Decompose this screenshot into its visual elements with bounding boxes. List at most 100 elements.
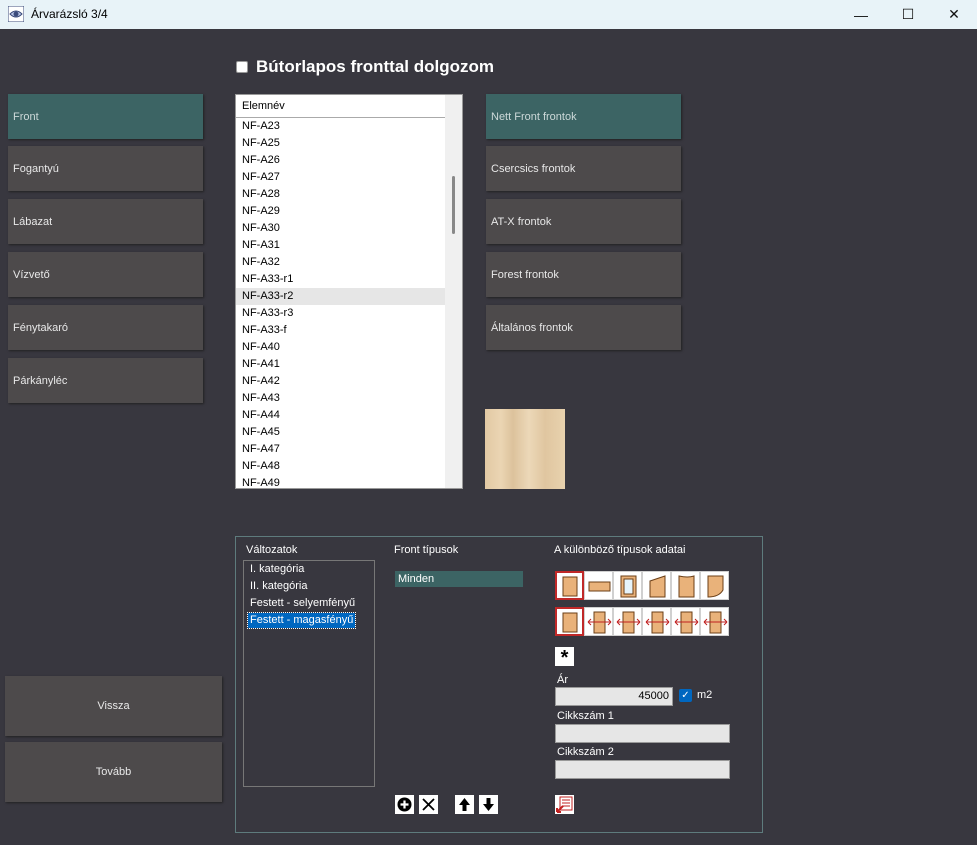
list-item[interactable]: NF-A29 bbox=[236, 203, 446, 220]
category-label: Lábazat bbox=[13, 215, 53, 228]
arrow-down-icon bbox=[483, 798, 494, 811]
list-item[interactable]: NF-A30 bbox=[236, 220, 446, 237]
variants-list[interactable] bbox=[243, 560, 375, 787]
front-group-atx[interactable]: AT-X frontok bbox=[486, 199, 681, 244]
front-shape-curved-icon[interactable] bbox=[671, 571, 700, 600]
list-item[interactable]: NF-A41 bbox=[236, 356, 446, 373]
front-group-label: Forest frontok bbox=[491, 268, 559, 281]
move-up-button[interactable] bbox=[455, 795, 474, 814]
list-item[interactable]: NF-A49 bbox=[236, 475, 446, 488]
minimize-icon: — bbox=[854, 6, 868, 23]
category-button-handle[interactable]: Fogantyú bbox=[8, 146, 203, 191]
next-button[interactable]: Tovább bbox=[5, 742, 222, 802]
list-item[interactable]: NF-A45 bbox=[236, 424, 446, 441]
element-list[interactable]: Elemnév NF-A23 NF-A25 NF-A26 NF-A27 NF-A… bbox=[235, 94, 463, 489]
list-item[interactable]: NF-A28 bbox=[236, 186, 446, 203]
category-label: Fénytakaró bbox=[13, 321, 69, 334]
export-button[interactable] bbox=[555, 795, 574, 814]
maximize-icon: ☐ bbox=[901, 6, 915, 22]
variant-item-selected[interactable]: Festett - magasfényű bbox=[246, 612, 357, 629]
arrow-up-icon bbox=[459, 798, 470, 811]
category-button-light-cover[interactable]: Fénytakaró bbox=[8, 305, 203, 350]
move-down-button[interactable] bbox=[479, 795, 498, 814]
variant-item[interactable]: Festett - selyemfényű bbox=[248, 596, 357, 611]
category-button-plinth[interactable]: Lábazat bbox=[8, 199, 203, 244]
list-item[interactable]: NF-A31 bbox=[236, 237, 446, 254]
category-label: Vízvető bbox=[13, 268, 50, 281]
category-label: Fogantyú bbox=[13, 162, 59, 175]
list-item[interactable]: NF-A42 bbox=[236, 373, 446, 390]
front-group-label: Általános frontok bbox=[491, 321, 573, 334]
category-label: Front bbox=[13, 110, 39, 123]
list-item[interactable]: NF-A48 bbox=[236, 458, 446, 475]
variant-item[interactable]: II. kategória bbox=[248, 579, 309, 594]
list-item[interactable]: NF-A43 bbox=[236, 390, 446, 407]
front-size-width-icon[interactable] bbox=[700, 607, 729, 636]
add-button[interactable] bbox=[395, 795, 414, 814]
sku2-label: Cikkszám 2 bbox=[557, 746, 614, 758]
front-size-width-icon[interactable] bbox=[584, 607, 613, 636]
plus-circle-icon bbox=[397, 797, 412, 812]
x-icon bbox=[422, 798, 435, 811]
scrollbar-thumb[interactable] bbox=[452, 176, 455, 234]
minimize-button[interactable]: — bbox=[838, 0, 884, 29]
category-button-drip[interactable]: Vízvető bbox=[8, 252, 203, 297]
back-label: Vissza bbox=[97, 700, 130, 712]
front-group-csercsics[interactable]: Csercsics frontok bbox=[486, 146, 681, 191]
material-preview-swatch bbox=[485, 409, 565, 489]
variants-label: Változatok bbox=[246, 544, 298, 556]
sku2-field[interactable] bbox=[555, 760, 730, 779]
title-bar: Árvarázsló 3/4 — ☐ ✕ bbox=[0, 0, 977, 29]
front-size-width-icon[interactable] bbox=[613, 607, 642, 636]
list-item[interactable]: NF-A23 bbox=[236, 118, 446, 135]
front-group-general[interactable]: Általános frontok bbox=[486, 305, 681, 350]
front-size-width-icon[interactable] bbox=[642, 607, 671, 636]
export-list-icon bbox=[556, 796, 573, 813]
front-shape-rounded-icon[interactable] bbox=[700, 571, 729, 600]
front-shape-plain-icon[interactable] bbox=[555, 571, 584, 600]
list-item[interactable]: NF-A27 bbox=[236, 169, 446, 186]
star-icon[interactable]: * bbox=[555, 647, 574, 669]
furniture-board-front-checkbox[interactable] bbox=[236, 61, 248, 73]
category-button-cornice[interactable]: Párkányléc bbox=[8, 358, 203, 403]
back-button[interactable]: Vissza bbox=[5, 676, 222, 736]
variant-item[interactable]: I. kategória bbox=[248, 562, 306, 577]
m2-checkbox[interactable]: ✓ bbox=[679, 689, 692, 702]
front-shape-wide-icon[interactable] bbox=[584, 571, 613, 600]
category-label: Párkányléc bbox=[13, 374, 68, 387]
sku1-field[interactable] bbox=[555, 724, 730, 743]
price-field[interactable]: 45000 bbox=[555, 687, 673, 706]
front-group-forest[interactable]: Forest frontok bbox=[486, 252, 681, 297]
maximize-button[interactable]: ☐ bbox=[885, 0, 931, 29]
list-item[interactable]: NF-A40 bbox=[236, 339, 446, 356]
list-item[interactable]: NF-A33-f bbox=[236, 322, 446, 339]
close-button[interactable]: ✕ bbox=[931, 0, 977, 29]
front-size-width-icon[interactable] bbox=[671, 607, 700, 636]
type-data-label: A különböző típusok adatai bbox=[554, 544, 686, 556]
front-group-label: AT-X frontok bbox=[491, 215, 552, 228]
front-shape-angled-icon[interactable] bbox=[642, 571, 671, 600]
category-button-front[interactable]: Front bbox=[8, 94, 203, 139]
window-title: Árvarázsló 3/4 bbox=[31, 7, 108, 21]
front-type-item-all[interactable]: Minden bbox=[395, 571, 523, 587]
list-item[interactable]: NF-A44 bbox=[236, 407, 446, 424]
list-item-selected[interactable]: NF-A33-r2 bbox=[236, 288, 446, 305]
front-size-plain-icon[interactable] bbox=[555, 607, 584, 636]
list-item[interactable]: NF-A33-r1 bbox=[236, 271, 446, 288]
list-scrollbar[interactable] bbox=[445, 95, 462, 488]
m2-label[interactable]: m2 bbox=[697, 689, 712, 701]
front-group-nett-front[interactable]: Nett Front frontok bbox=[486, 94, 681, 139]
front-group-label: Nett Front frontok bbox=[491, 110, 577, 123]
list-item[interactable]: NF-A26 bbox=[236, 152, 446, 169]
list-item[interactable]: NF-A32 bbox=[236, 254, 446, 271]
list-item[interactable]: NF-A25 bbox=[236, 135, 446, 152]
list-item[interactable]: NF-A33-r3 bbox=[236, 305, 446, 322]
furniture-board-front-label[interactable]: Bútorlapos fronttal dolgozom bbox=[256, 57, 494, 77]
list-header[interactable]: Elemnév bbox=[236, 95, 446, 118]
front-shape-glass-icon[interactable] bbox=[613, 571, 642, 600]
app-eye-icon bbox=[8, 6, 24, 22]
list-item[interactable]: NF-A47 bbox=[236, 441, 446, 458]
next-label: Tovább bbox=[95, 766, 132, 778]
delete-button[interactable] bbox=[419, 795, 438, 814]
close-icon: ✕ bbox=[948, 6, 960, 22]
